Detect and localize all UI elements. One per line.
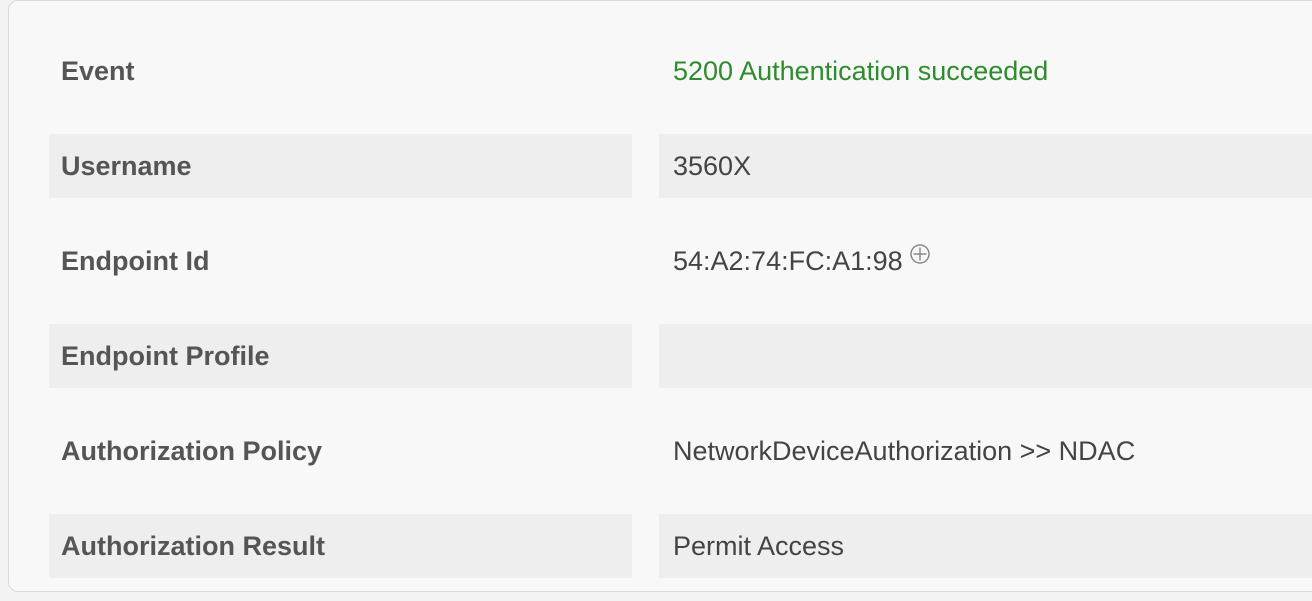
endpoint-id-cell: 54:A2:74:FC:A1:98 xyxy=(659,229,1312,293)
endpoint-profile-value xyxy=(659,324,1312,388)
event-label: Event xyxy=(61,55,135,86)
authorization-policy-label: Authorization Policy xyxy=(61,435,323,466)
plus-circle-icon[interactable] xyxy=(909,243,931,265)
event-value: 5200 Authentication succeeded xyxy=(673,55,1049,86)
authentication-details-panel: Event 5200 Authentication succeeded User… xyxy=(8,0,1312,592)
authorization-policy-value: NetworkDeviceAuthorization >> NDAC xyxy=(673,435,1136,466)
endpoint-id-value: 54:A2:74:FC:A1:98 xyxy=(673,245,903,276)
authorization-result-label: Authorization Result xyxy=(49,514,632,578)
authorization-result-value: Permit Access xyxy=(659,514,1312,578)
username-label: Username xyxy=(49,134,632,198)
endpoint-profile-label: Endpoint Profile xyxy=(49,324,632,388)
endpoint-id-label: Endpoint Id xyxy=(61,245,210,276)
username-value: 3560X xyxy=(659,134,1312,198)
